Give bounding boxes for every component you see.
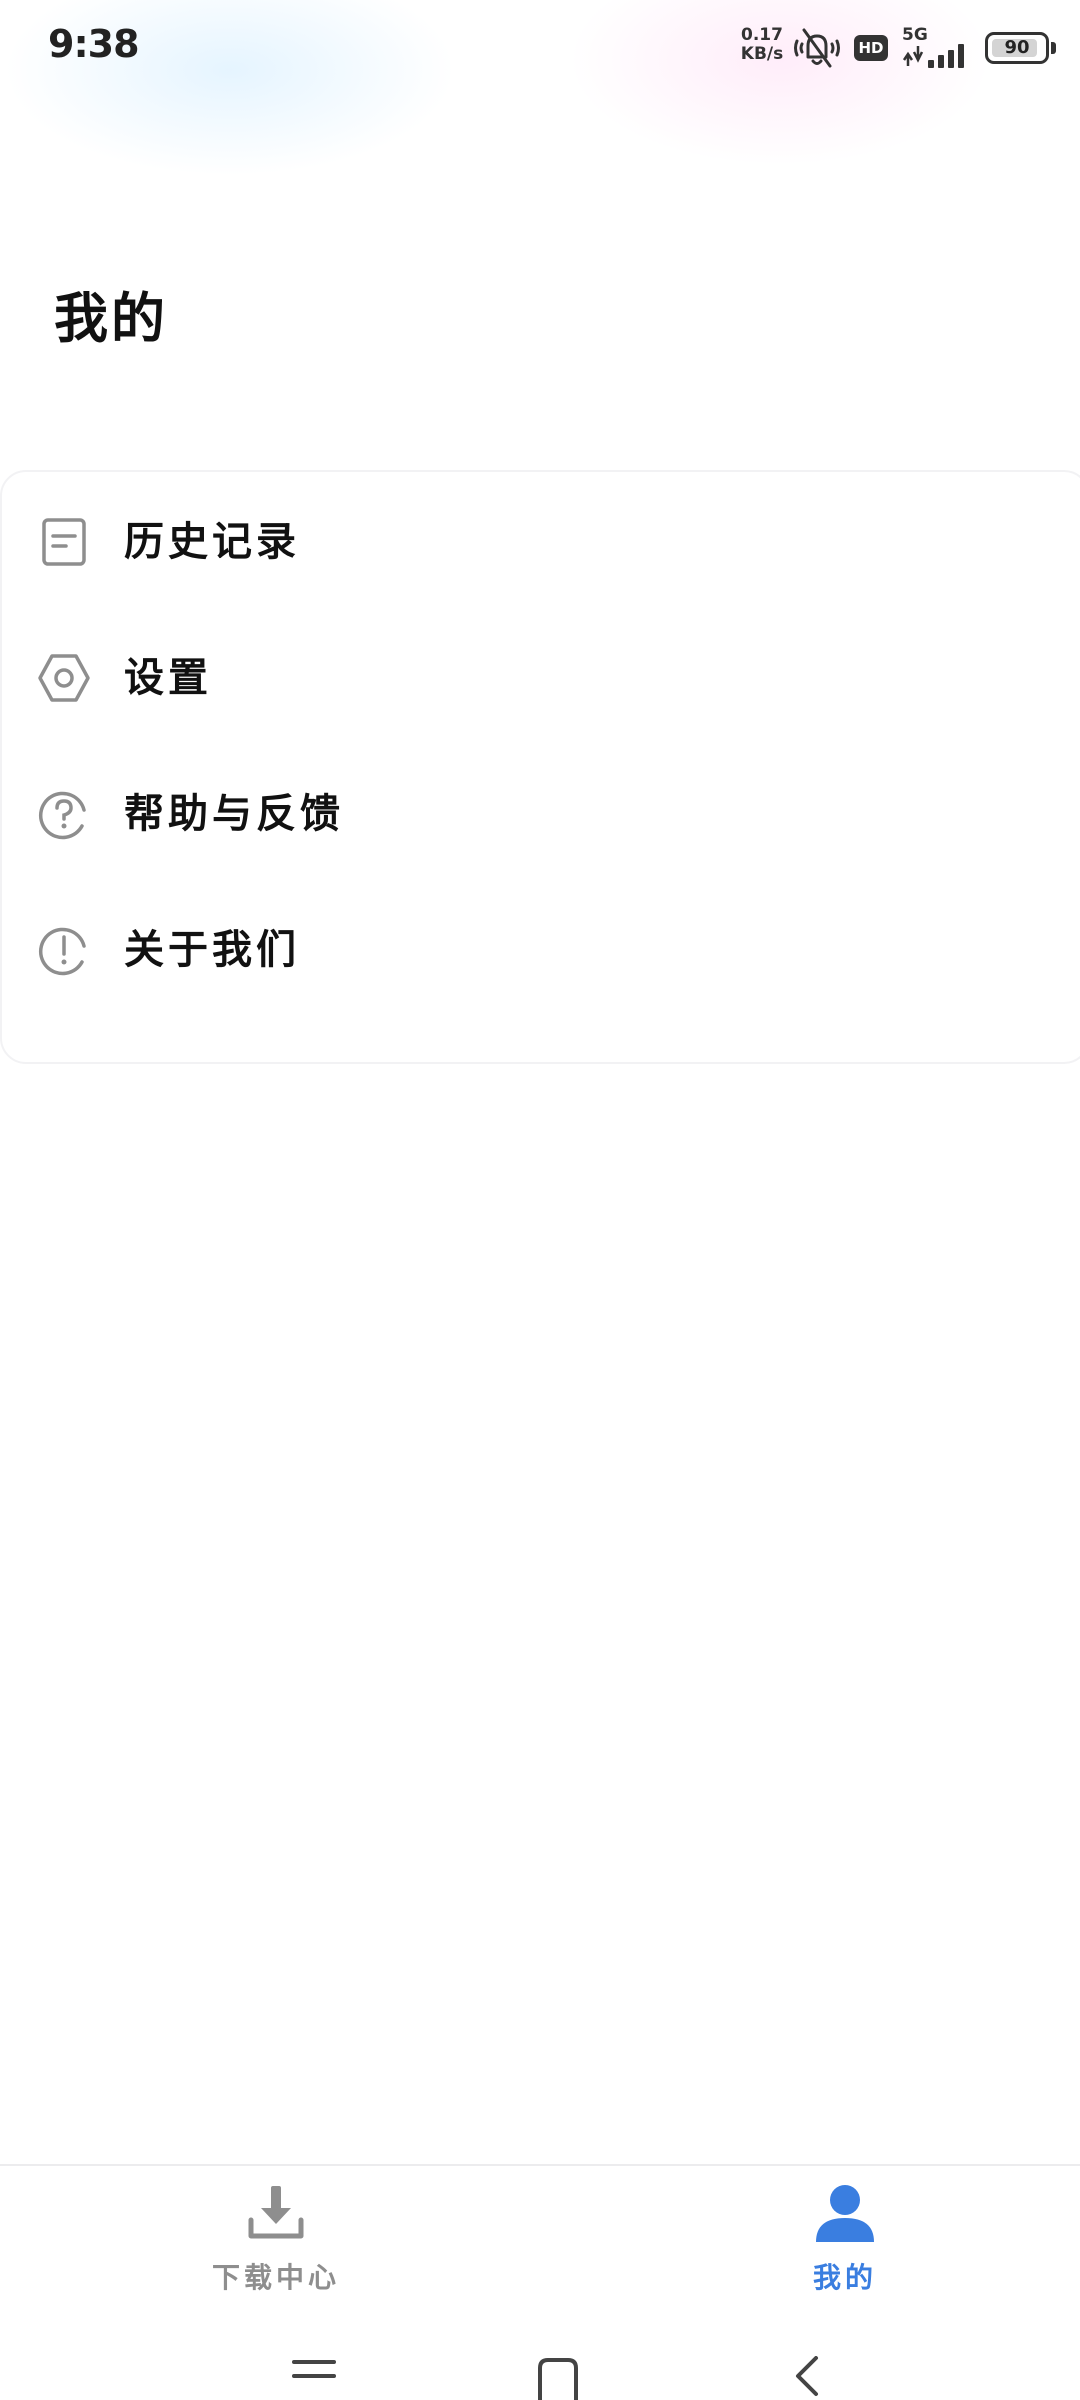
help-circle-icon — [38, 791, 86, 840]
network-speed-unit: KB/s — [740, 44, 784, 64]
back-chevron-icon[interactable] — [776, 2356, 836, 2400]
tab-download-center[interactable]: 下载中心 — [96, 2166, 456, 2296]
system-navigation-bar — [0, 2330, 1080, 2400]
home-square-icon[interactable] — [528, 2356, 588, 2400]
status-bar: 9:38 0.17 KB/s HD 5G 90 — [0, 0, 1080, 95]
page-title: 我的 — [54, 287, 168, 350]
menu-item-history[interactable]: 历史记录 — [2, 472, 1080, 608]
settings-hexagon-icon — [38, 654, 90, 702]
download-icon — [248, 2186, 304, 2239]
network-speed: 0.17 KB/s — [736, 26, 788, 64]
menu-item-help-feedback[interactable]: 帮助与反馈 — [2, 744, 1080, 880]
menu-lines-icon[interactable] — [284, 2356, 344, 2400]
tab-mine[interactable]: 我的 — [665, 2166, 1025, 2296]
menu-item-label: 设置 — [124, 655, 212, 701]
tab-label: 下载中心 — [211, 2261, 340, 2294]
info-circle-icon — [38, 927, 86, 976]
menu-item-label: 帮助与反馈 — [124, 791, 344, 837]
menu-item-about-us[interactable]: 关于我们 — [2, 880, 1080, 1016]
battery-icon: 90 — [985, 32, 1056, 64]
bell-muted-icon — [794, 28, 840, 68]
tab-label: 我的 — [812, 2261, 877, 2294]
menu-item-settings[interactable]: 设置 — [2, 608, 1080, 744]
person-icon — [816, 2185, 874, 2242]
bottom-navigation: 下载中心 我的 — [0, 2164, 1080, 2294]
battery-cap — [1051, 42, 1056, 54]
hd-badge: HD — [854, 35, 888, 61]
menu-item-label: 关于我们 — [124, 927, 300, 973]
battery-level: 90 — [1004, 37, 1030, 58]
screen: 9:38 0.17 KB/s HD 5G 90 我的 历史记录 设置 帮助与反馈… — [0, 0, 1080, 2400]
signal-icon — [902, 44, 964, 68]
menu-card: 历史记录 设置 帮助与反馈 关于我们 — [0, 470, 1080, 1064]
network-speed-value: 0.17 — [741, 25, 783, 45]
document-icon — [42, 518, 86, 566]
status-time: 9:38 — [48, 22, 140, 66]
menu-item-label: 历史记录 — [124, 519, 300, 565]
battery-body: 90 — [985, 32, 1049, 64]
